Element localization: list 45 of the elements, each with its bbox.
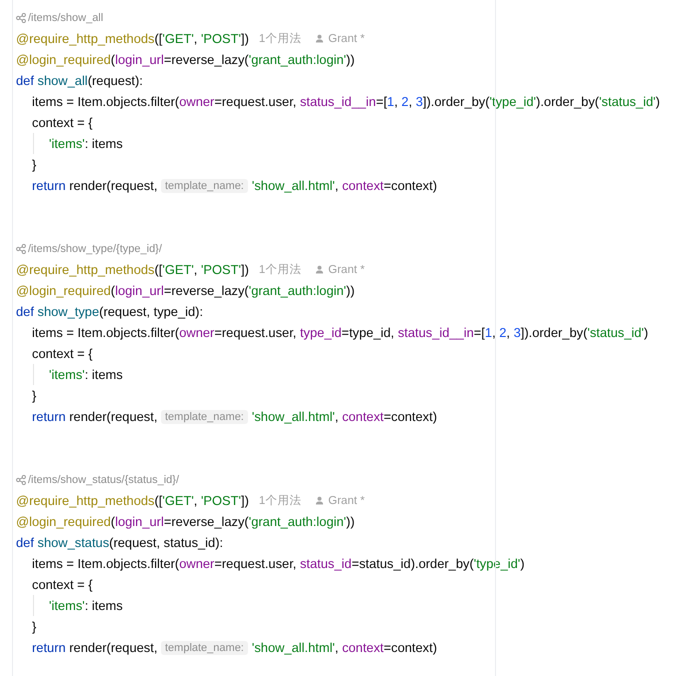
code-text: 'show_all.html', context=context): [252, 640, 438, 655]
code-text: context = {: [32, 346, 93, 361]
code-text: @login_required(login_url=reverse_lazy('grant_auth:login')): [16, 52, 355, 67]
code-text: items = Item.objects.filter(owner=request.user, status_id__in=[1, 2, 3]).order_by('type_id').order_by('status_id'): [32, 94, 660, 109]
usage-count[interactable]: 1个用法: [258, 31, 302, 46]
code-text: @require_http_methods(['GET', 'POST']): [16, 262, 249, 277]
code-text: def show_type(request, type_id):: [16, 304, 204, 319]
user-icon: [315, 34, 324, 43]
code-text: @login_required(login_url=reverse_lazy('grant_auth:login')): [16, 514, 355, 529]
share-icon: [16, 474, 26, 484]
code-text: @require_http_methods(['GET', 'POST']): [16, 493, 249, 508]
code-text: 'show_all.html', context=context): [252, 178, 438, 193]
route-link[interactable]: /items/show_all: [16, 12, 104, 24]
code-text: @require_http_methods(['GET', 'POST']): [16, 31, 249, 46]
usage-count[interactable]: 1个用法: [258, 493, 302, 508]
code-text: 'items': items: [49, 367, 123, 382]
code-text: return render(request,: [32, 178, 158, 193]
code-text: def show_all(request):: [16, 73, 143, 88]
code-text: @login_required(login_url=reverse_lazy('grant_auth:login')): [16, 283, 355, 298]
code-text: }: [32, 388, 36, 403]
code-text: context = {: [32, 577, 93, 592]
code-text: return render(request,: [32, 409, 158, 424]
inlay-hint: template_name:: [160, 178, 248, 192]
author-label[interactable]: Grant *: [315, 264, 365, 276]
user-icon: [315, 265, 324, 274]
code-text: }: [32, 619, 36, 634]
share-icon: [16, 244, 26, 254]
code-text: items = Item.objects.filter(owner=request.user, status_id=status_id).order_by('type_id'): [32, 556, 525, 571]
code-text: def show_status(request, status_id):: [16, 535, 224, 550]
usage-count[interactable]: 1个用法: [258, 262, 302, 277]
code-text: context = {: [32, 115, 93, 130]
route-link[interactable]: /items/show_status/{status_id}/: [16, 474, 180, 486]
user-icon: [315, 496, 324, 505]
share-icon: [16, 12, 26, 22]
code-text: 'items': items: [49, 598, 123, 613]
code-text: return render(request,: [32, 640, 158, 655]
author-label[interactable]: Grant *: [315, 494, 365, 506]
inlay-hint: template_name:: [160, 410, 248, 424]
code-text: 'show_all.html', context=context): [252, 409, 438, 424]
route-link[interactable]: /items/show_type/{type_id}/: [16, 242, 162, 254]
inlay-hint: template_name:: [160, 640, 248, 654]
code-text: 'items': items: [49, 136, 123, 151]
author-label[interactable]: Grant *: [315, 32, 365, 44]
code-text: items = Item.objects.filter(owner=request.user, type_id=type_id, status_id__in=[1, 2, 3]).order_by('status_id'): [32, 325, 648, 340]
code-text: }: [32, 157, 36, 172]
